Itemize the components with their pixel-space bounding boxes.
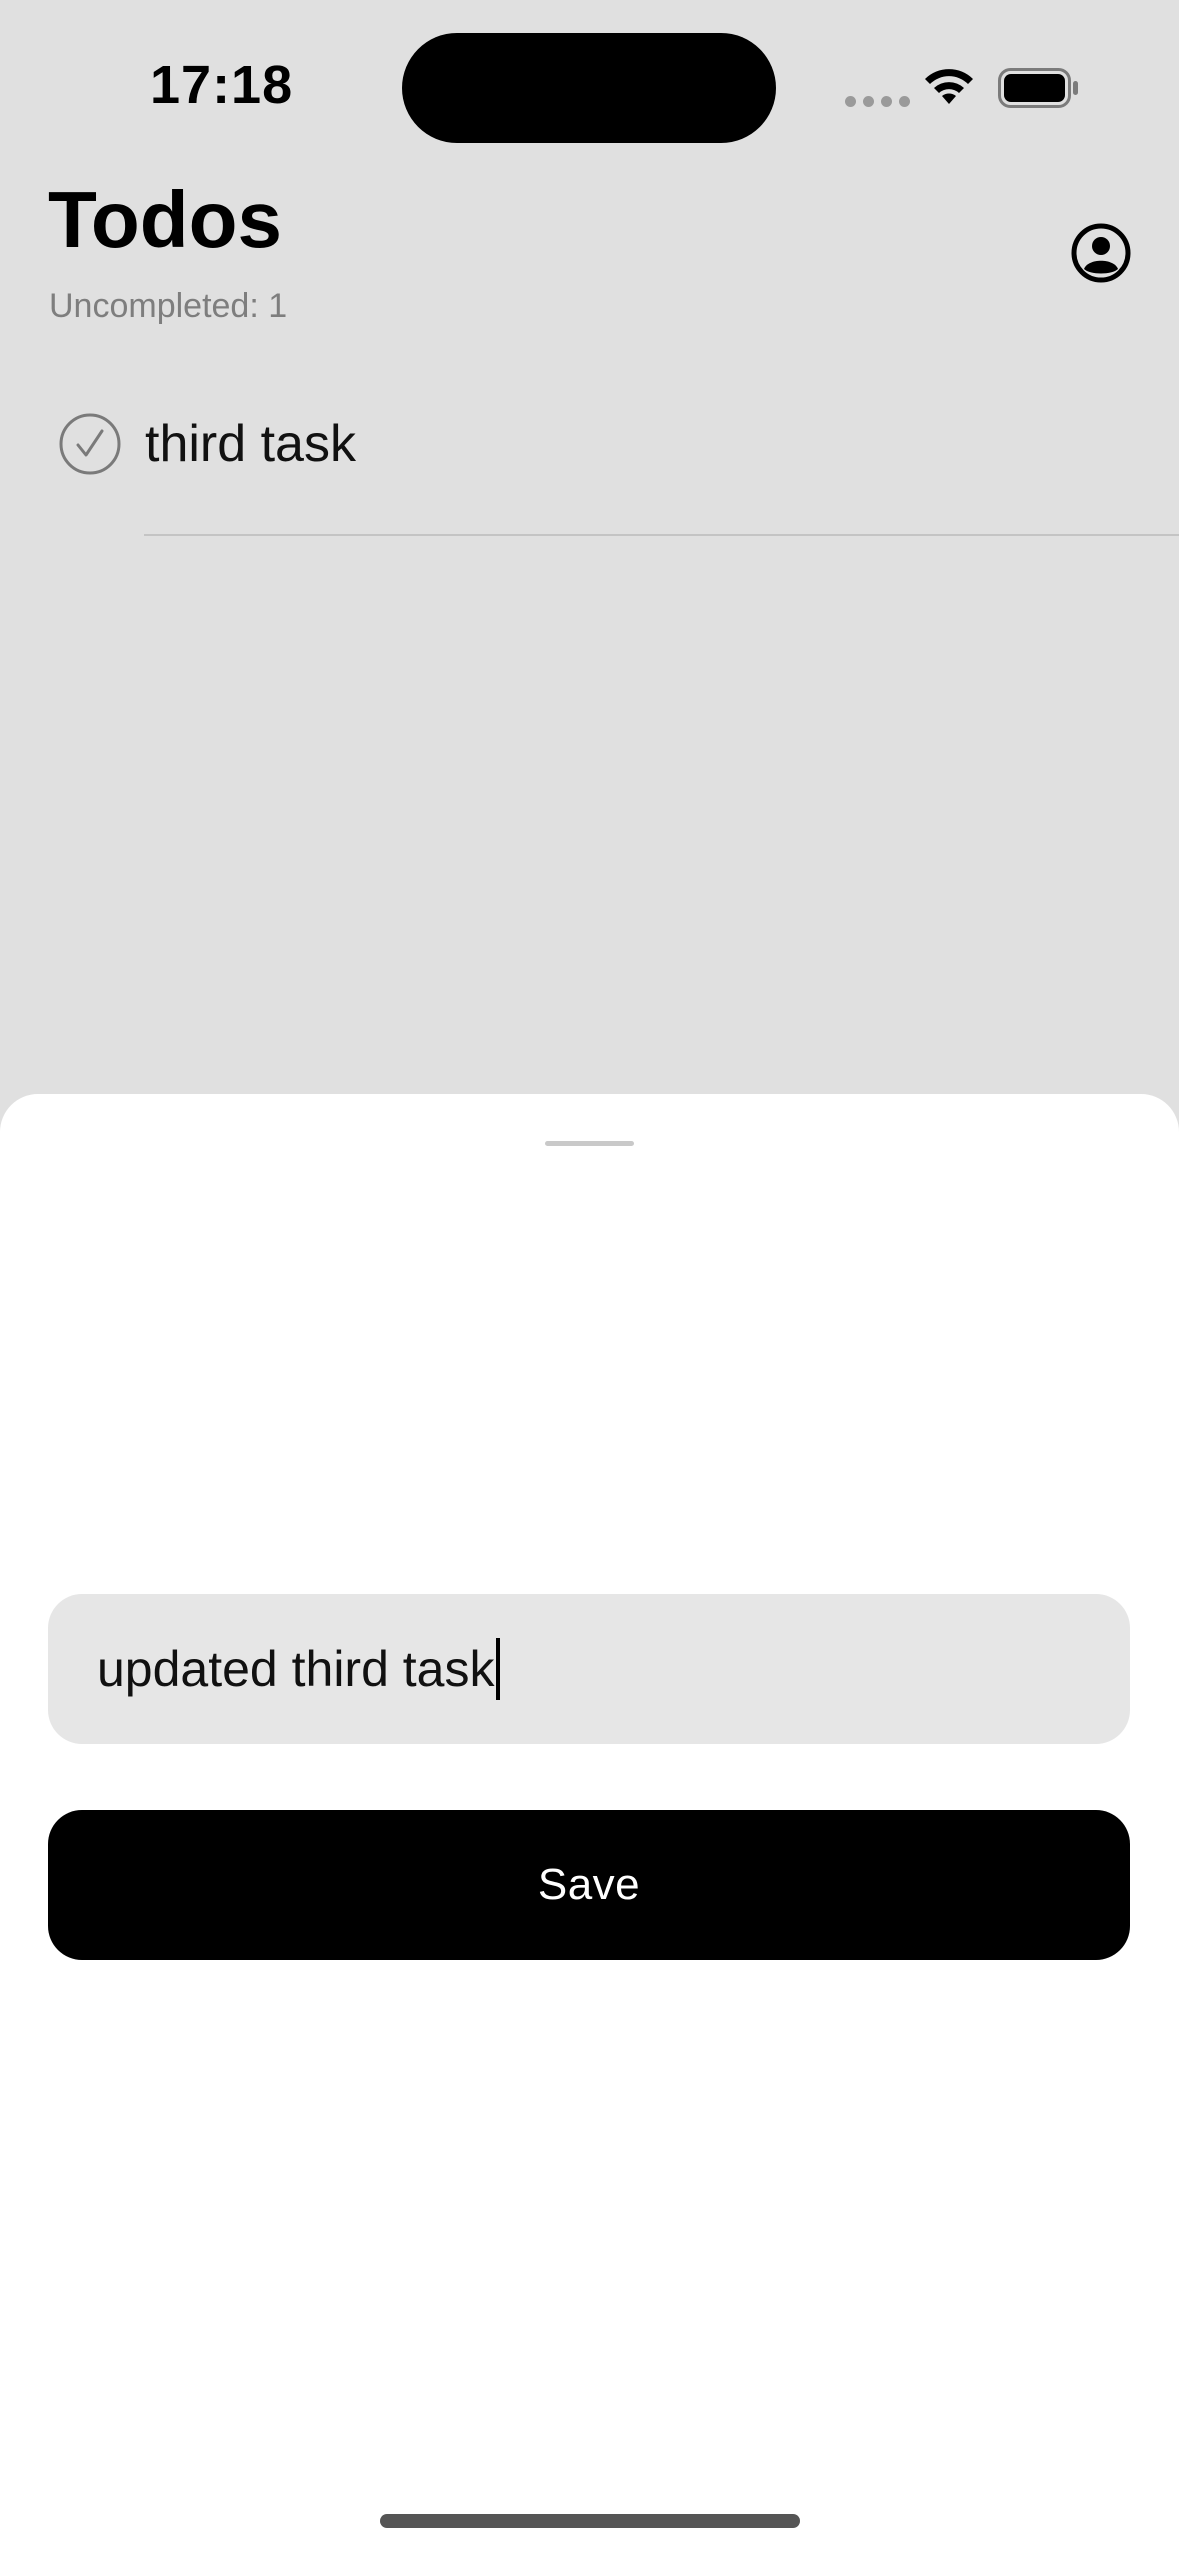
person-circle-icon[interactable] bbox=[1070, 222, 1132, 284]
battery-icon bbox=[998, 68, 1078, 108]
todo-text-value: updated third task bbox=[97, 1641, 495, 1697]
uncompleted-count: Uncompleted: 1 bbox=[49, 287, 288, 325]
status-time: 17:18 bbox=[150, 55, 294, 115]
page-title: Todos bbox=[48, 175, 283, 264]
edit-sheet: updated third task Save bbox=[0, 1094, 1179, 2556]
sheet-grabber[interactable] bbox=[545, 1141, 634, 1146]
todo-text-field[interactable]: updated third task bbox=[48, 1594, 1130, 1744]
checkmark-circle-icon[interactable] bbox=[58, 412, 122, 476]
text-caret bbox=[495, 1638, 500, 1700]
save-button[interactable]: Save bbox=[48, 1810, 1130, 1960]
todo-item-label: third task bbox=[145, 415, 356, 473]
screen: 17:18 Todos Uncompleted: 1 third task up… bbox=[0, 0, 1179, 2556]
dynamic-island bbox=[402, 33, 776, 143]
list-divider bbox=[144, 534, 1179, 536]
cellular-signal-icon bbox=[845, 96, 910, 107]
todo-item[interactable]: third task bbox=[0, 390, 1179, 536]
wifi-icon bbox=[925, 69, 973, 104]
home-indicator[interactable] bbox=[380, 2514, 800, 2528]
